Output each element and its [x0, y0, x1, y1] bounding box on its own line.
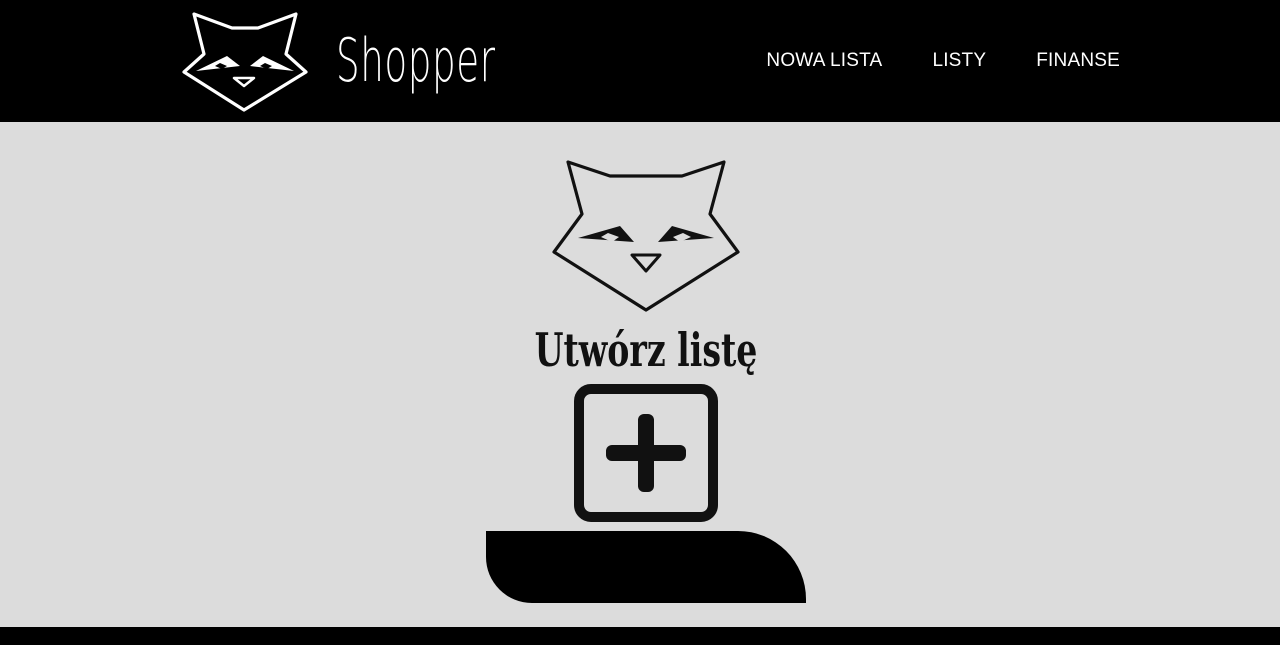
- decorative-banner-shape: [486, 531, 806, 603]
- nav-item-listy[interactable]: LISTY: [932, 50, 986, 72]
- main-nav: NOWA LISTA LISTY FINANSE: [766, 50, 1120, 72]
- raccoon-face-icon: [552, 160, 740, 312]
- footer-bar: [0, 627, 1280, 645]
- raccoon-face-icon: [182, 12, 308, 112]
- nav-item-finanse[interactable]: FINANSE: [1036, 50, 1120, 72]
- nav-item-nowa-lista[interactable]: NOWA LISTA: [766, 50, 882, 72]
- brand-name: Shopper: [336, 26, 496, 96]
- header-bar: Shopper NOWA LISTA LISTY FINANSE: [0, 0, 1280, 122]
- plus-square-icon[interactable]: [574, 384, 718, 522]
- brand-link[interactable]: Shopper: [182, 8, 594, 114]
- create-list-title: Utwórz listę: [534, 323, 758, 377]
